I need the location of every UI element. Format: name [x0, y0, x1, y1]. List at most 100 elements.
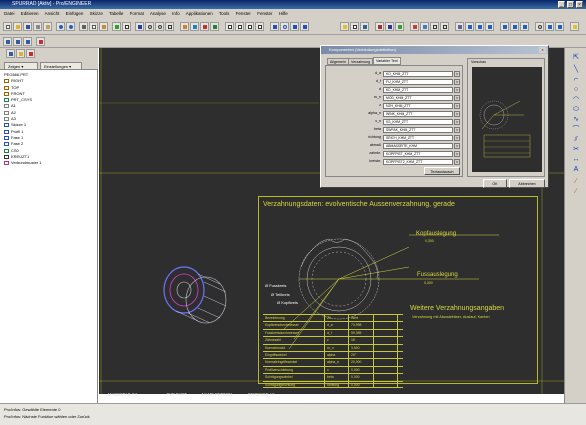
tab-allgemein[interactable]: Allgemein [327, 58, 349, 65]
tab-variabler-text[interactable]: Variabler Text [373, 57, 401, 65]
dropdown-arrow-icon[interactable]: ▾ [454, 143, 460, 149]
menu-tools[interactable]: Tools [219, 11, 230, 16]
menu-datei[interactable]: Datei [4, 11, 15, 16]
dialog-close-icon[interactable]: × [539, 47, 546, 53]
new-file-icon[interactable] [3, 22, 12, 31]
zoom-in-icon[interactable] [145, 22, 154, 31]
favorites-icon[interactable] [26, 49, 35, 58]
close-button[interactable]: × [576, 1, 583, 8]
offset-icon[interactable]: ⫽ [571, 136, 581, 144]
param-select[interactable]: SRICH_KHM_ZTT [383, 135, 453, 141]
symbol-icon[interactable] [300, 22, 309, 31]
menu-applikationen[interactable]: Applikationen [186, 11, 213, 16]
polyline-icon[interactable]: ⌐ [571, 76, 581, 84]
datum-axes-icon[interactable] [190, 22, 199, 31]
insert-icon[interactable] [455, 22, 464, 31]
folder-browser-icon[interactable] [16, 49, 25, 58]
line-icon[interactable] [270, 22, 279, 31]
layer-icon[interactable] [340, 22, 349, 31]
hidden-line-icon[interactable] [440, 22, 449, 31]
pattern-icon[interactable] [500, 22, 509, 31]
ok-button[interactable]: OK [483, 179, 507, 188]
ellipse-icon[interactable]: ⬭ [571, 106, 581, 114]
note-tool-icon[interactable]: A [571, 166, 581, 174]
pan-icon[interactable] [385, 22, 394, 31]
menu-fenster[interactable]: Fenster [236, 11, 251, 16]
tree-item[interactable]: Verbundmuster 1 [2, 160, 96, 166]
param-select[interactable]: KOPFPIST2_KHM_ZTT [383, 159, 453, 165]
dropdown-arrow-icon[interactable]: ▾ [454, 127, 460, 133]
note-icon[interactable] [255, 22, 264, 31]
hatch-icon[interactable]: ∕ [571, 188, 581, 196]
param-select[interactable]: FU_KHM_ZTT [383, 79, 453, 85]
email-icon[interactable] [43, 22, 52, 31]
gear-3d-model[interactable] [163, 266, 227, 324]
circle-icon[interactable]: ○ [571, 86, 581, 94]
wireframe-icon[interactable] [430, 22, 439, 31]
textaustausch-button[interactable]: Textaustausch [424, 167, 460, 175]
rib-icon[interactable] [555, 22, 564, 31]
param-select[interactable]: KOPFPIST_KHM_ZTT [383, 151, 453, 157]
menu-format[interactable]: Format [130, 11, 144, 16]
sketch-color-icon[interactable]: ∕ [571, 178, 581, 186]
cancel-button[interactable]: Abbrechen [509, 179, 545, 188]
param-select[interactable]: NZH_KHM_ZTT [383, 103, 453, 109]
dropdown-arrow-icon[interactable]: ▾ [454, 159, 460, 165]
sketch-icon[interactable] [465, 22, 474, 31]
sheet-icon[interactable] [225, 22, 234, 31]
param-select[interactable]: KO_KHM_ZTT [383, 71, 453, 77]
cut-icon[interactable] [79, 22, 88, 31]
dropdown-arrow-icon[interactable]: ▾ [454, 103, 460, 109]
redo-icon[interactable] [66, 22, 75, 31]
fillet-icon[interactable]: ⌒ [571, 126, 581, 134]
menu-analyse[interactable]: Analyse [150, 11, 166, 16]
table-insert-icon[interactable] [350, 22, 359, 31]
tab-zeigen[interactable]: Zeigen ▾ [4, 62, 38, 70]
paste-icon[interactable] [99, 22, 108, 31]
zoom-out-icon[interactable] [155, 22, 164, 31]
chamfer-icon[interactable] [520, 22, 529, 31]
model-tree-icon-nav[interactable] [6, 49, 15, 58]
param-select[interactable]: ABMAßSEITE_KHM [383, 143, 453, 149]
trim-icon[interactable]: ✂ [571, 146, 581, 154]
measure-icon[interactable] [395, 22, 404, 31]
dimension-tool-icon[interactable]: ↔ [571, 156, 581, 164]
dropdown-arrow-icon[interactable]: ▾ [454, 71, 460, 77]
minimize-button[interactable]: _ [558, 1, 565, 8]
spline-icon[interactable]: ∿ [571, 116, 581, 124]
menu-tabelle[interactable]: Tabelle [109, 11, 123, 16]
view-icon[interactable] [235, 22, 244, 31]
csys-icon[interactable] [210, 22, 219, 31]
format-icon[interactable] [13, 37, 22, 46]
param-select[interactable]: WINK_KHM_ZTT [383, 111, 453, 117]
model-tree-icon[interactable] [360, 22, 369, 31]
undo-icon[interactable] [56, 22, 65, 31]
dropdown-arrow-icon[interactable]: ▾ [454, 111, 460, 117]
menu-skizze[interactable]: Skizze [90, 11, 103, 16]
drawing-options-icon[interactable] [23, 37, 32, 46]
select-icon[interactable]: ⇱ [571, 54, 581, 62]
copy-feature-icon[interactable] [485, 22, 494, 31]
dropdown-arrow-icon[interactable]: ▾ [454, 119, 460, 125]
dropdown-arrow-icon[interactable]: ▾ [454, 87, 460, 93]
dropdown-arrow-icon[interactable]: ▾ [454, 95, 460, 101]
dropdown-arrow-icon[interactable]: ▾ [454, 135, 460, 141]
menu-ansicht[interactable]: Ansicht [45, 11, 60, 16]
save-icon[interactable] [23, 22, 32, 31]
detail-icon[interactable] [245, 22, 254, 31]
param-select[interactable]: MOD_KHM_ZTT [383, 95, 453, 101]
tab-einstellungen[interactable]: Einstellungen ▾ [40, 62, 82, 70]
table-icon[interactable] [122, 22, 131, 31]
param-select[interactable]: SWFAK_KHM_ZTT [383, 127, 453, 133]
regenerate-icon[interactable] [112, 22, 121, 31]
color-icon[interactable] [410, 22, 419, 31]
round-icon[interactable] [510, 22, 519, 31]
shade-icon[interactable] [420, 22, 429, 31]
menu-fenster-2[interactable]: Fenster [257, 11, 272, 16]
repaint-icon[interactable] [135, 22, 144, 31]
help-icon[interactable] [570, 22, 579, 31]
datum-planes-icon[interactable] [180, 22, 189, 31]
shell-icon[interactable] [545, 22, 554, 31]
mirror-icon[interactable] [475, 22, 484, 31]
print-icon[interactable] [33, 22, 42, 31]
